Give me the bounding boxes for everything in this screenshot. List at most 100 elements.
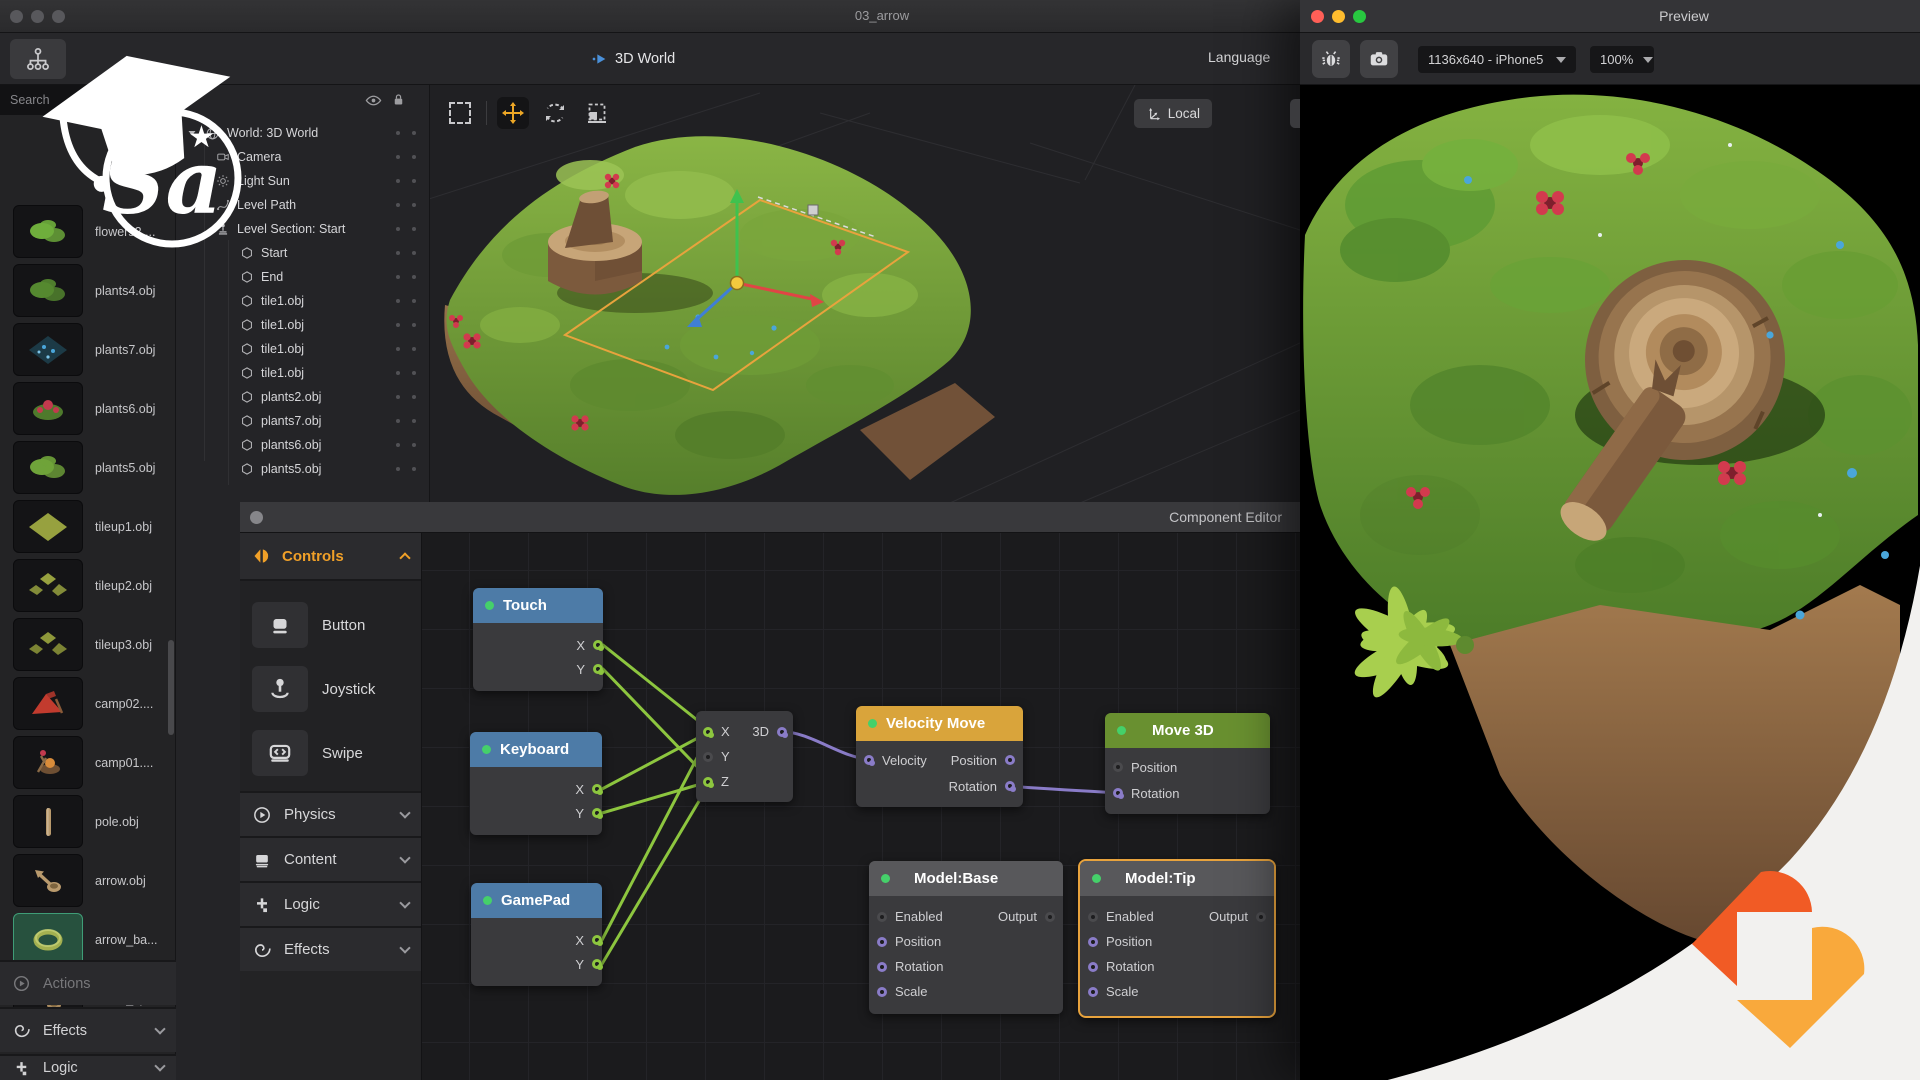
- tree-item-tile1[interactable]: tile1.obj: [176, 361, 430, 385]
- port-touch-x[interactable]: [593, 640, 603, 650]
- port-gamepad-y[interactable]: [592, 959, 602, 969]
- port-converter-x[interactable]: [703, 727, 713, 737]
- port-tip-scale[interactable]: [1088, 987, 1098, 997]
- debug-button[interactable]: [1312, 40, 1350, 78]
- library-section-physics[interactable]: Physics: [240, 791, 421, 836]
- port-tip-output[interactable]: [1256, 912, 1266, 922]
- port-keyboard-x[interactable]: [592, 784, 602, 794]
- asset-item[interactable]: camp01....: [0, 733, 176, 792]
- preview-render[interactable]: [1300, 85, 1920, 1080]
- port-base-rotation[interactable]: [877, 962, 887, 972]
- tree-item-end[interactable]: End: [176, 265, 430, 289]
- asset-item[interactable]: flowers2....: [0, 202, 176, 261]
- port-tip-rotation[interactable]: [1088, 962, 1098, 972]
- row-toggles[interactable]: [396, 419, 400, 423]
- port-vm-position-out[interactable]: [1005, 755, 1015, 765]
- library-item-button[interactable]: Button: [240, 593, 421, 657]
- library-item-joystick[interactable]: Joystick: [240, 657, 421, 721]
- port-converter-z[interactable]: [703, 777, 713, 787]
- asset-item[interactable]: tileup1.obj: [0, 497, 176, 556]
- row-toggles[interactable]: [396, 323, 400, 327]
- select-tool[interactable]: [444, 97, 476, 129]
- eye-icon[interactable]: [365, 92, 382, 109]
- node-velocity-move[interactable]: Velocity Move VelocityPosition Rotation: [856, 706, 1023, 807]
- lock-icon[interactable]: [391, 92, 406, 107]
- port-m3d-rotation-in[interactable]: [1113, 788, 1123, 798]
- port-keyboard-y[interactable]: [592, 808, 602, 818]
- search-input[interactable]: Search: [0, 85, 176, 115]
- row-toggles[interactable]: [396, 155, 400, 159]
- asset-item[interactable]: tileup3.obj: [0, 615, 176, 674]
- library-section-effects[interactable]: Effects: [240, 926, 421, 971]
- tree-item-level-path[interactable]: Level Path: [176, 193, 430, 217]
- scale-tool[interactable]: [581, 97, 613, 129]
- hidden-toolbar-button[interactable]: [1290, 99, 1300, 128]
- tree-item-plants5[interactable]: plants5.obj: [176, 457, 430, 481]
- tab-3d-world[interactable]: 3D World: [592, 45, 675, 73]
- move-tool[interactable]: [497, 97, 529, 129]
- port-m3d-position-in[interactable]: [1113, 762, 1123, 772]
- row-toggles[interactable]: [396, 131, 400, 135]
- port-velocity-in[interactable]: [864, 755, 874, 765]
- tree-item-plants7[interactable]: plants7.obj: [176, 409, 430, 433]
- tree-item-tile1[interactable]: tile1.obj: [176, 289, 430, 313]
- mindmap-button[interactable]: [10, 39, 66, 79]
- row-toggles[interactable]: [396, 443, 400, 447]
- asset-item[interactable]: camp02....: [0, 674, 176, 733]
- library-section-controls[interactable]: Controls: [240, 533, 421, 581]
- tree-item-plants6[interactable]: plants6.obj: [176, 433, 430, 457]
- port-converter-y[interactable]: [703, 752, 713, 762]
- asset-item[interactable]: plants7.obj: [0, 320, 176, 379]
- row-toggles[interactable]: [396, 179, 400, 183]
- sidebar-section-effects[interactable]: Effects: [0, 1007, 176, 1052]
- library-section-logic[interactable]: Logic: [240, 881, 421, 926]
- asset-item[interactable]: plants6.obj: [0, 379, 176, 438]
- menu-language[interactable]: Language: [1208, 49, 1270, 65]
- row-toggles[interactable]: [396, 275, 400, 279]
- port-converter-3d[interactable]: [777, 727, 787, 737]
- tree-item-camera[interactable]: Camera: [176, 145, 430, 169]
- row-toggles[interactable]: [396, 251, 400, 255]
- row-toggles[interactable]: [396, 203, 400, 207]
- screenshot-button[interactable]: [1360, 40, 1398, 78]
- row-toggles[interactable]: [396, 299, 400, 303]
- row-toggles[interactable]: [396, 467, 400, 471]
- node-move-3d[interactable]: Move 3D Position Rotation: [1105, 713, 1270, 814]
- node-xyz-converter[interactable]: X3D Y Z: [696, 711, 793, 802]
- port-base-output[interactable]: [1045, 912, 1055, 922]
- row-toggles[interactable]: [396, 227, 400, 231]
- node-gamepad[interactable]: GamePad X Y: [471, 883, 602, 986]
- row-toggles[interactable]: [396, 347, 400, 351]
- port-tip-enabled[interactable]: [1088, 912, 1098, 922]
- sidebar-scrollbar[interactable]: [168, 640, 174, 735]
- row-toggles[interactable]: [396, 395, 400, 399]
- node-model-tip[interactable]: Model:Tip EnabledOutput Position Rotatio…: [1078, 859, 1276, 1018]
- tree-item-start[interactable]: Start: [176, 241, 430, 265]
- tree-item-light[interactable]: Light Sun: [176, 169, 430, 193]
- expander-icon[interactable]: [186, 127, 198, 139]
- asset-item[interactable]: plants4.obj: [0, 261, 176, 320]
- tree-item-tile1[interactable]: tile1.obj: [176, 337, 430, 361]
- library-section-content[interactable]: Content: [240, 836, 421, 881]
- port-base-enabled[interactable]: [877, 912, 887, 922]
- port-touch-y[interactable]: [593, 664, 603, 674]
- port-tip-position[interactable]: [1088, 937, 1098, 947]
- local-space-button[interactable]: Local: [1134, 99, 1212, 128]
- viewport-3d[interactable]: Local: [430, 85, 1300, 503]
- node-graph-canvas[interactable]: Touch X Y Keyboard X Y GamePad X Y X3D: [422, 533, 1300, 1080]
- port-gamepad-x[interactable]: [592, 935, 602, 945]
- row-toggles[interactable]: [396, 371, 400, 375]
- asset-item[interactable]: pole.obj: [0, 792, 176, 851]
- tree-item-level-section[interactable]: Level Section: Start: [176, 217, 430, 241]
- sidebar-section-logic[interactable]: Logic: [0, 1054, 176, 1080]
- zoom-select[interactable]: 100%: [1590, 46, 1654, 73]
- resolution-select[interactable]: 1136x640 - iPhone5: [1418, 46, 1576, 73]
- node-model-base[interactable]: Model:Base EnabledOutput Position Rotati…: [869, 861, 1063, 1014]
- rotate-tool[interactable]: [539, 97, 571, 129]
- component-editor-titlebar[interactable]: Component Editor: [240, 502, 1300, 533]
- port-base-position[interactable]: [877, 937, 887, 947]
- library-item-swipe[interactable]: Swipe: [240, 721, 421, 785]
- tree-item-world[interactable]: World: 3D World: [176, 121, 430, 145]
- node-keyboard[interactable]: Keyboard X Y: [470, 732, 602, 835]
- port-vm-rotation-out[interactable]: [1005, 781, 1015, 791]
